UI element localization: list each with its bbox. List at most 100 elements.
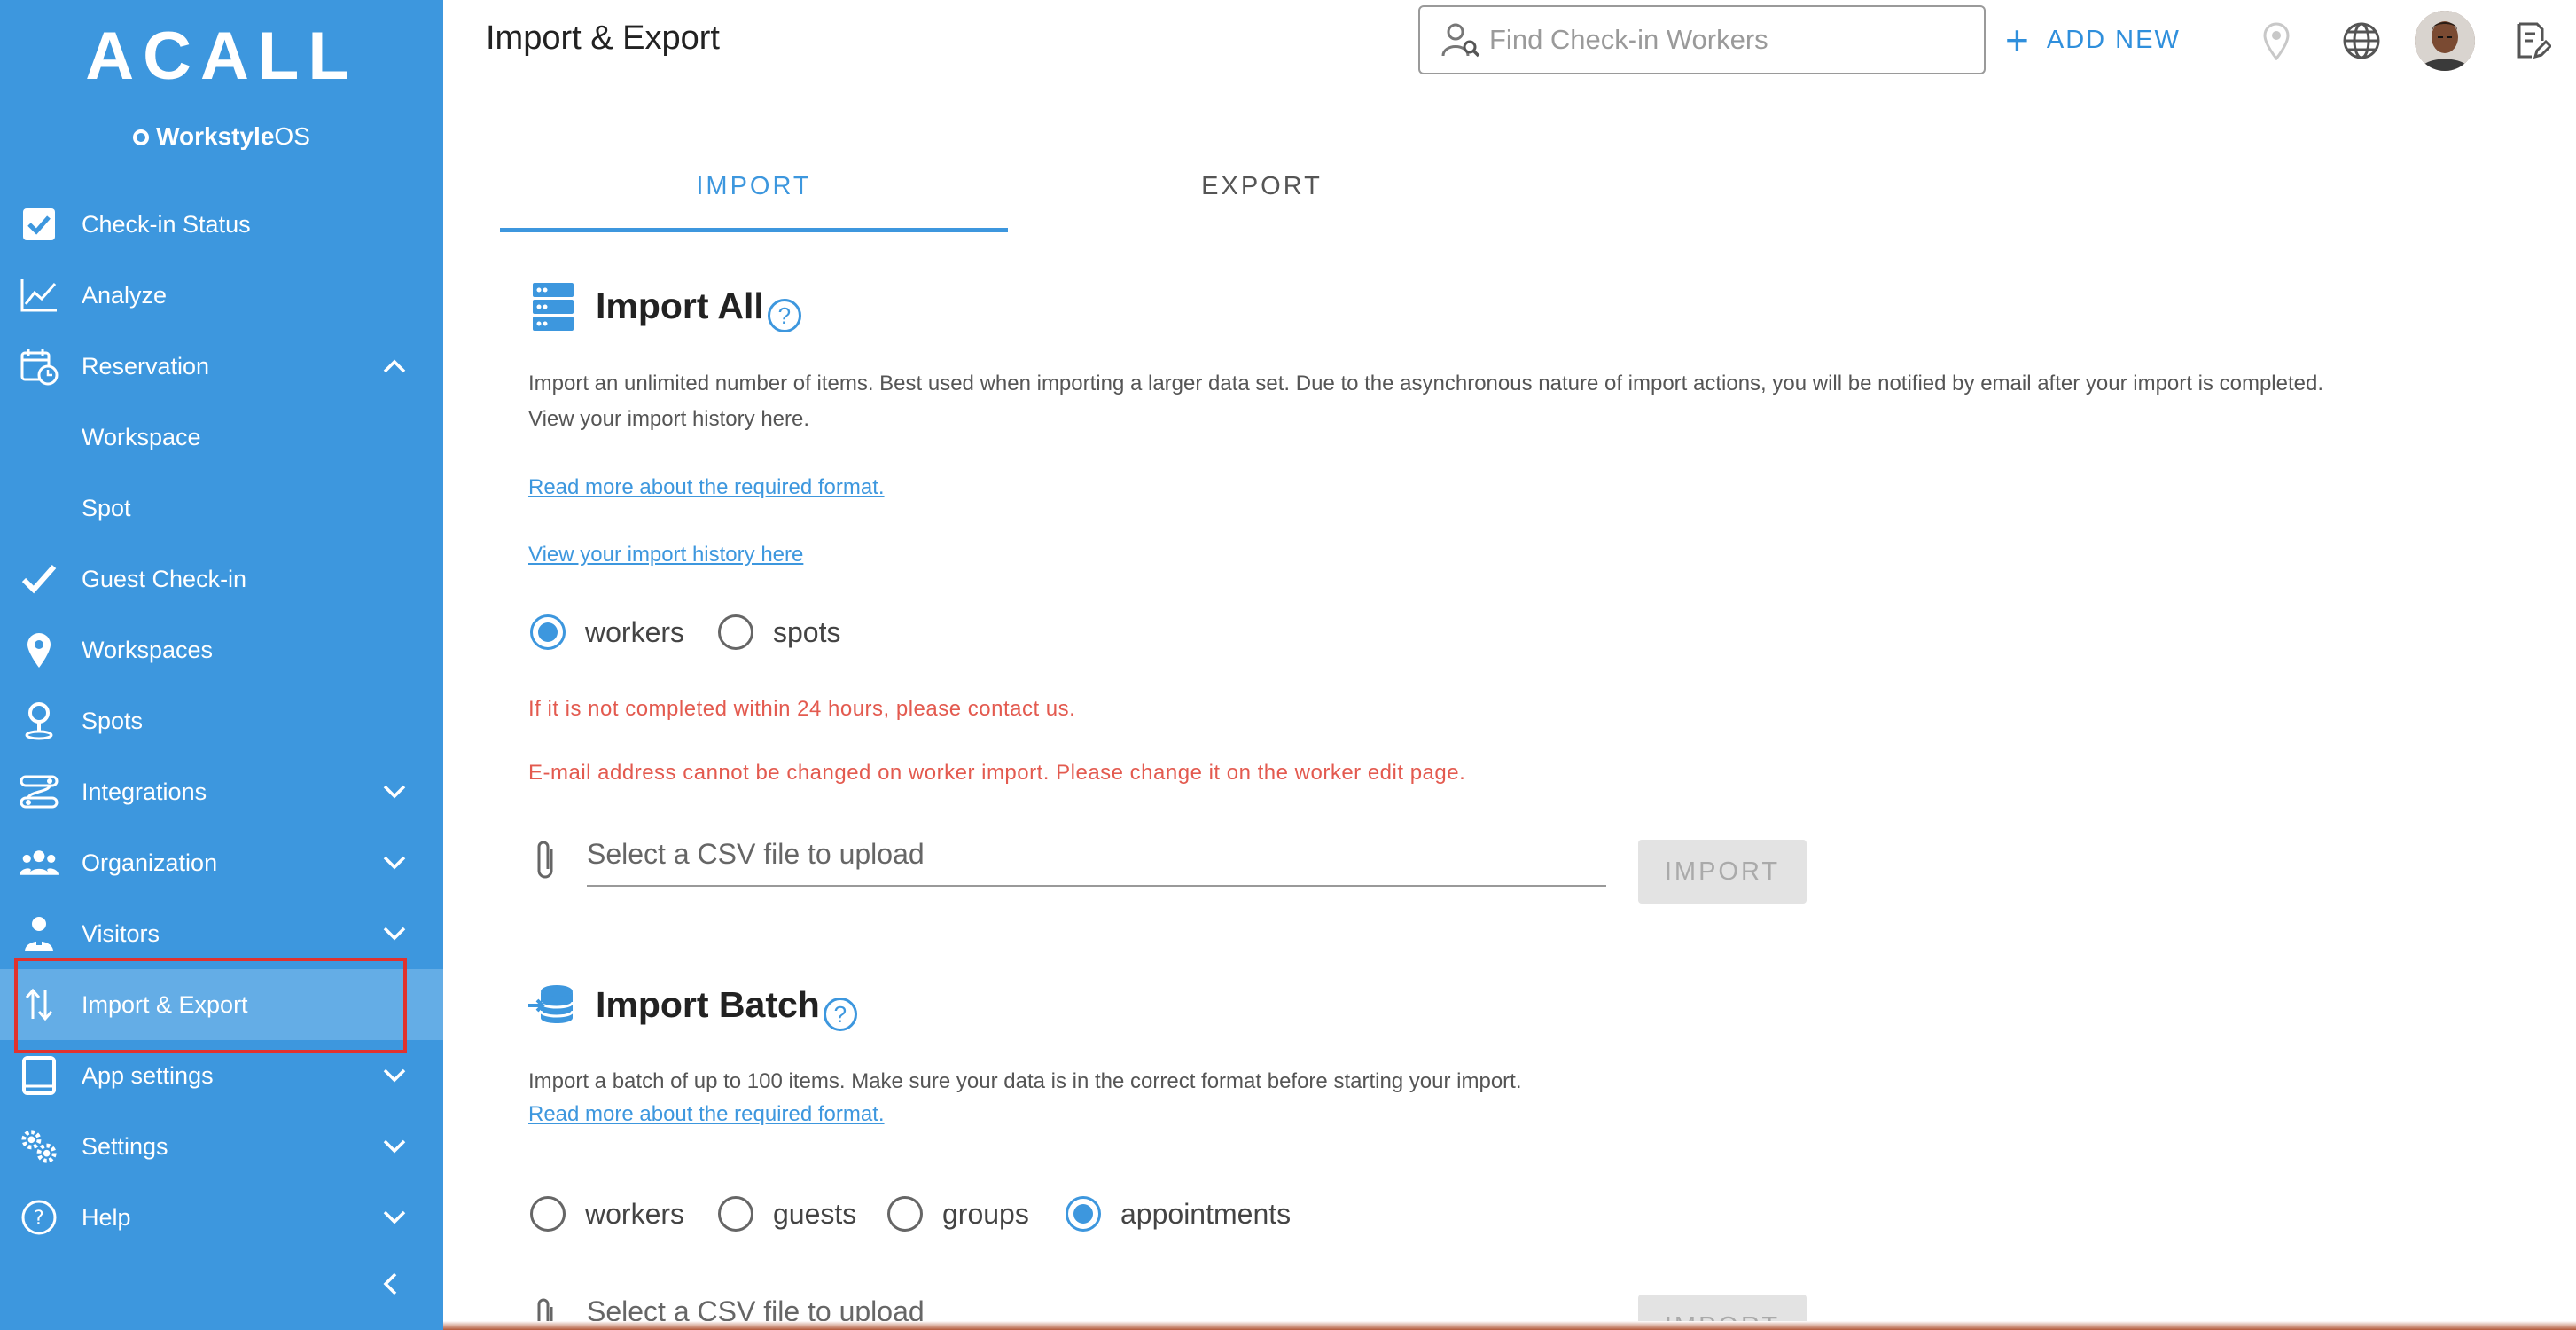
radio-label: workers bbox=[585, 615, 685, 648]
radio-batch-appointments[interactable]: appointments bbox=[1066, 1196, 1291, 1232]
csv-file-input[interactable]: Select a CSV file to upload bbox=[587, 825, 1606, 887]
highlight-box bbox=[14, 958, 407, 1053]
calendar-clock-icon bbox=[20, 347, 59, 386]
sidebar-item-reservation[interactable]: Reservation bbox=[0, 331, 443, 402]
radio-button-checked[interactable] bbox=[530, 614, 566, 650]
radio-label: spots bbox=[773, 615, 841, 648]
add-new-label: ADD NEW bbox=[2046, 25, 2181, 54]
sidebar-item-app-settings[interactable]: App settings bbox=[0, 1040, 443, 1111]
import-all-title: Import All? bbox=[596, 286, 801, 332]
sidebar-item-guest-check-in[interactable]: Guest Check-in bbox=[0, 544, 443, 614]
sidebar-item-label: Organization bbox=[82, 849, 218, 876]
location-pin-icon[interactable] bbox=[2255, 20, 2298, 62]
page-title: Import & Export bbox=[486, 20, 720, 57]
brand: ACALL WorkstyleOS bbox=[0, 0, 443, 177]
chevron-down-icon[interactable] bbox=[381, 1204, 408, 1231]
sidebar-item-workspaces[interactable]: Workspaces bbox=[0, 614, 443, 685]
sidebar-item-label: Reservation bbox=[82, 352, 210, 379]
paperclip-icon bbox=[532, 839, 564, 883]
sidebar-item-check-in-status[interactable]: Check-in Status bbox=[0, 189, 443, 260]
sidebar-item-label: Visitors bbox=[82, 919, 160, 947]
plus-icon: + bbox=[2005, 17, 2031, 63]
edit-document-icon[interactable] bbox=[2512, 20, 2555, 62]
sidebar-item-label: Integrations bbox=[82, 778, 207, 805]
add-new-button[interactable]: + ADD NEW bbox=[2005, 18, 2181, 62]
radio-button[interactable] bbox=[530, 1196, 566, 1232]
visitor-icon bbox=[20, 914, 59, 953]
sidebar-item-label: Spot bbox=[82, 494, 131, 521]
sidebar-item-label: Settings bbox=[82, 1132, 168, 1160]
radio-label: groups bbox=[942, 1197, 1029, 1230]
checkbox-icon bbox=[20, 205, 59, 244]
tab-export[interactable]: EXPORT bbox=[1008, 168, 1516, 232]
chevron-down-icon[interactable] bbox=[381, 920, 408, 947]
group-icon bbox=[20, 843, 59, 882]
window-bottom-edge bbox=[443, 1321, 2576, 1330]
radio-label: workers bbox=[585, 1197, 685, 1230]
import-history-link[interactable]: View your import history here bbox=[528, 543, 803, 567]
help-circle-icon: ? bbox=[20, 1198, 59, 1237]
sidebar-item-settings[interactable]: Settings bbox=[0, 1111, 443, 1182]
sidebar-item-label: Spots bbox=[82, 707, 144, 734]
radio-label: guests bbox=[773, 1197, 857, 1230]
integrations-icon bbox=[20, 772, 59, 811]
server-stack-icon bbox=[528, 282, 578, 332]
line-chart-icon bbox=[20, 276, 59, 315]
sidebar-subitem-workspace[interactable]: Workspace bbox=[0, 402, 443, 473]
import-batch-title: Import Batch? bbox=[596, 984, 857, 1031]
workstyleos-logo: WorkstyleOS bbox=[0, 122, 443, 151]
radio-workers[interactable]: workers bbox=[530, 614, 684, 650]
sidebar-subitem-spot[interactable]: Spot bbox=[0, 473, 443, 544]
warning-text-email: E-mail address cannot be changed on work… bbox=[528, 761, 1466, 785]
import-batch-description: Import a batch of up to 100 items. Make … bbox=[528, 1069, 1522, 1093]
sidebar-item-label: Guest Check-in bbox=[82, 565, 247, 592]
radio-batch-groups[interactable]: groups bbox=[887, 1196, 1029, 1232]
workstyle-ring-icon bbox=[133, 129, 150, 145]
sidebar-item-help[interactable]: ? Help bbox=[0, 1182, 443, 1253]
sidebar-item-label: Workspaces bbox=[82, 636, 214, 663]
database-import-icon bbox=[527, 981, 576, 1030]
person-search-icon bbox=[1441, 20, 1480, 59]
radio-spots[interactable]: spots bbox=[718, 614, 840, 650]
radio-button-checked[interactable] bbox=[1066, 1196, 1101, 1232]
question-icon[interactable]: ? bbox=[767, 299, 801, 332]
chevron-left-icon bbox=[382, 1271, 398, 1301]
search-box[interactable] bbox=[1418, 5, 1986, 74]
radio-button[interactable] bbox=[718, 614, 753, 650]
sidebar: ACALL WorkstyleOS Check-in Status Analyz… bbox=[0, 0, 443, 1330]
warning-text-timeout: If it is not completed within 24 hours, … bbox=[528, 697, 1076, 721]
tablet-icon bbox=[20, 1056, 59, 1095]
sidebar-item-label: Help bbox=[82, 1203, 131, 1231]
sidebar-item-spots[interactable]: Spots bbox=[0, 685, 443, 756]
globe-icon[interactable] bbox=[2340, 20, 2383, 62]
import-all-description: Import an unlimited number of items. Bes… bbox=[528, 372, 2323, 431]
collapse-sidebar-button[interactable] bbox=[372, 1268, 408, 1303]
import-all-button[interactable]: IMPORT bbox=[1638, 840, 1807, 904]
radio-button[interactable] bbox=[887, 1196, 923, 1232]
gears-icon bbox=[20, 1127, 59, 1166]
sidebar-item-analyze[interactable]: Analyze bbox=[0, 260, 443, 331]
sidebar-item-label: App settings bbox=[82, 1061, 214, 1089]
import-batch-format-link[interactable]: Read more about the required format. bbox=[528, 1102, 885, 1127]
radio-button[interactable] bbox=[718, 1196, 753, 1232]
chevron-down-icon[interactable] bbox=[381, 778, 408, 805]
sidebar-item-integrations[interactable]: Integrations bbox=[0, 756, 443, 827]
person-pin-icon bbox=[20, 701, 59, 740]
chevron-down-icon[interactable] bbox=[381, 1133, 408, 1160]
sidebar-item-organization[interactable]: Organization bbox=[0, 827, 443, 898]
checkmark-icon bbox=[20, 559, 59, 598]
avatar[interactable] bbox=[2415, 11, 2475, 71]
acall-logo: ACALL bbox=[85, 19, 358, 94]
svg-text:?: ? bbox=[34, 1208, 44, 1230]
import-all-format-link[interactable]: Read more about the required format. bbox=[528, 475, 885, 500]
sidebar-item-label: Analyze bbox=[82, 281, 168, 309]
chevron-up-icon[interactable] bbox=[381, 353, 408, 379]
chevron-down-icon[interactable] bbox=[381, 849, 408, 876]
chevron-down-icon[interactable] bbox=[381, 1062, 408, 1089]
radio-label: appointments bbox=[1120, 1197, 1292, 1230]
search-input[interactable] bbox=[1489, 24, 1968, 56]
tab-import[interactable]: IMPORT bbox=[500, 168, 1008, 232]
question-icon[interactable]: ? bbox=[823, 998, 857, 1031]
radio-batch-guests[interactable]: guests bbox=[718, 1196, 856, 1232]
radio-batch-workers[interactable]: workers bbox=[530, 1196, 684, 1232]
